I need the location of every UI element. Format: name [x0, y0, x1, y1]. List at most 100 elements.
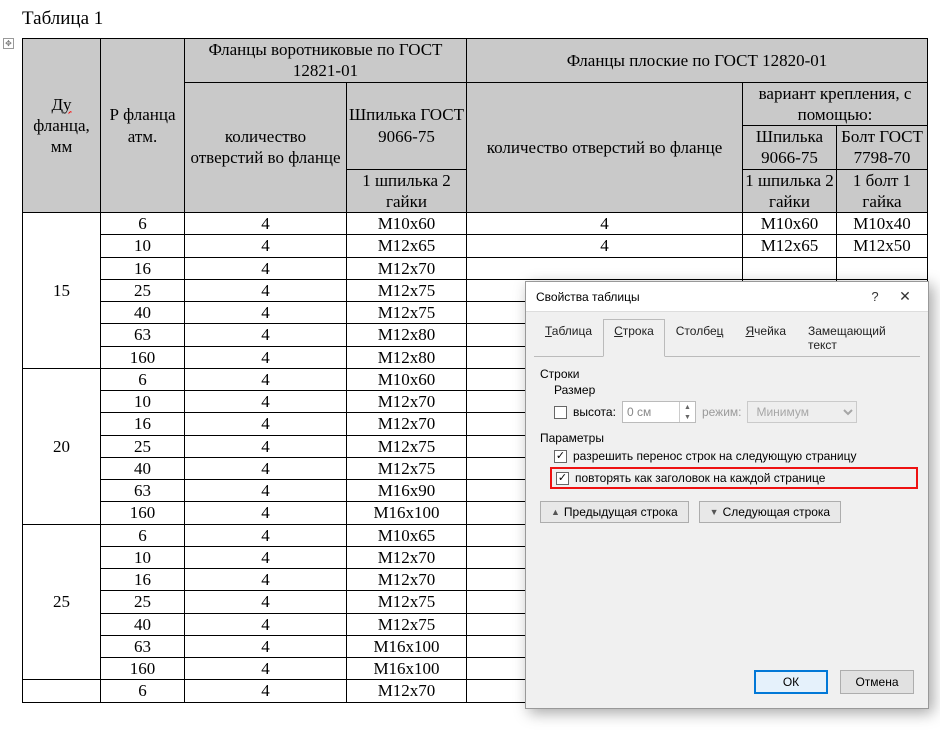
next-row-button[interactable]: ▼Следующая строка [699, 501, 841, 523]
table-header: Ду фланца, мм Р фланца атм. Фланцы ворот… [23, 39, 928, 213]
tab-alttext[interactable]: Замещающий текст [797, 319, 920, 357]
tab-cell[interactable]: Ячейка [735, 319, 798, 357]
table-cell: 6 [101, 524, 185, 546]
hdr-bolt: Болт ГОСТ 7798-70 [837, 126, 928, 170]
mode-select[interactable]: Минимум [747, 401, 857, 423]
table-cell: М10х65 [347, 524, 467, 546]
allow-wrap-checkbox[interactable] [554, 450, 567, 463]
table-cell: 4 [185, 213, 347, 235]
table-cell: 160 [101, 502, 185, 524]
height-spinner[interactable]: ▲▼ [622, 401, 696, 423]
hdr-variant: вариант крепления, с помощью: [743, 82, 928, 126]
height-input[interactable] [623, 403, 679, 421]
table-cell: М10х60 [347, 213, 467, 235]
table-cell [467, 257, 743, 279]
table-cell [23, 680, 101, 702]
ok-button[interactable]: ОК [754, 670, 828, 694]
table-cell: 25 [101, 279, 185, 301]
table-cell: 63 [101, 480, 185, 502]
close-icon[interactable]: ✕ [890, 285, 920, 309]
table-cell: 4 [185, 302, 347, 324]
table-cell: 4 [185, 413, 347, 435]
table-cell: 40 [101, 613, 185, 635]
table-cell: 4 [185, 235, 347, 257]
table-caption: Таблица 1 [22, 8, 928, 30]
table-cell: М12х75 [347, 302, 467, 324]
table-cell: М10х40 [837, 213, 928, 235]
hdr-du: Ду фланца, мм [23, 39, 101, 213]
table-cell: 160 [101, 346, 185, 368]
table-anchor-icon[interactable]: ✥ [3, 38, 14, 49]
dialog-title: Свойства таблицы [536, 290, 860, 304]
dialog-tabs: Таблица Строка Столбец Ячейка Замещающий… [534, 318, 920, 357]
table-cell: 4 [185, 324, 347, 346]
hdr-sub-pin2: 1 шпилька 2 гайки [743, 169, 837, 213]
table-cell: 4 [467, 213, 743, 235]
repeat-header-checkbox[interactable] [556, 472, 569, 485]
table-cell: 4 [185, 546, 347, 568]
dialog-titlebar[interactable]: Свойства таблицы ? ✕ [526, 282, 928, 312]
table-cell: 4 [185, 391, 347, 413]
table-cell: 4 [185, 435, 347, 457]
table-cell: М12х75 [347, 279, 467, 301]
tab-table[interactable]: Таблица [534, 319, 603, 357]
hdr-flange-v: Фланцы воротниковые по ГОСТ 12821-01 [185, 39, 467, 83]
table-cell: М12х70 [347, 546, 467, 568]
prev-row-button[interactable]: ▲Предыдущая строка [540, 501, 689, 523]
table-cell: 4 [185, 569, 347, 591]
table-cell: 25 [23, 524, 101, 680]
table-cell: М12х75 [347, 613, 467, 635]
table-cell: М10х60 [347, 368, 467, 390]
table-cell: М12х50 [837, 235, 928, 257]
tab-row[interactable]: Строка [603, 319, 665, 357]
table-cell: 15 [23, 213, 101, 369]
table-cell: 25 [101, 591, 185, 613]
table-cell: 10 [101, 235, 185, 257]
table-cell: 6 [101, 213, 185, 235]
table-cell: 4 [185, 635, 347, 657]
table-cell: 4 [185, 368, 347, 390]
table-cell: М16х100 [347, 635, 467, 657]
table-cell: М12х70 [347, 680, 467, 702]
table-cell: 4 [185, 502, 347, 524]
table-cell: М12х65 [347, 235, 467, 257]
table-cell: М12х70 [347, 413, 467, 435]
hdr-qty1: количество отверстий во фланце [185, 82, 347, 213]
tab-column[interactable]: Столбец [665, 319, 735, 357]
table-cell: 40 [101, 302, 185, 324]
table-cell: 16 [101, 257, 185, 279]
table-cell: М12х70 [347, 257, 467, 279]
table-cell: 4 [185, 346, 347, 368]
table-row: 104М12х654М12х65М12х50 [23, 235, 928, 257]
triangle-down-icon: ▼ [710, 507, 719, 517]
table-cell: М16х100 [347, 502, 467, 524]
table-cell: 10 [101, 546, 185, 568]
size-label: Размер [554, 383, 914, 397]
table-cell: 25 [101, 435, 185, 457]
table-cell: 4 [185, 457, 347, 479]
table-cell: 63 [101, 635, 185, 657]
table-cell: М16х90 [347, 480, 467, 502]
mode-label: режим: [702, 405, 742, 419]
table-cell: М10х60 [743, 213, 837, 235]
hdr-qty2: количество отверстий во фланце [467, 82, 743, 213]
table-cell: М12х65 [743, 235, 837, 257]
table-cell: 4 [185, 680, 347, 702]
table-cell: М12х70 [347, 569, 467, 591]
table-cell [743, 257, 837, 279]
table-cell: 4 [467, 235, 743, 257]
hdr-sub-pin1: 1 шпилька 2 гайки [347, 169, 467, 213]
hdr-p: Р фланца атм. [101, 39, 185, 213]
table-properties-dialog: Свойства таблицы ? ✕ Таблица Строка Стол… [525, 281, 929, 709]
hdr-pin2: Шпилька 9066-75 [743, 126, 837, 170]
cancel-button[interactable]: Отмена [840, 670, 914, 694]
table-cell: 4 [185, 279, 347, 301]
height-checkbox[interactable] [554, 406, 567, 419]
table-cell: 6 [101, 368, 185, 390]
help-icon[interactable]: ? [860, 285, 890, 309]
spin-down-icon[interactable]: ▼ [680, 412, 695, 422]
spin-up-icon[interactable]: ▲ [680, 402, 695, 412]
repeat-header-highlight: повторять как заголовок на каждой страни… [550, 467, 918, 489]
table-cell: 4 [185, 524, 347, 546]
table-cell: 4 [185, 591, 347, 613]
